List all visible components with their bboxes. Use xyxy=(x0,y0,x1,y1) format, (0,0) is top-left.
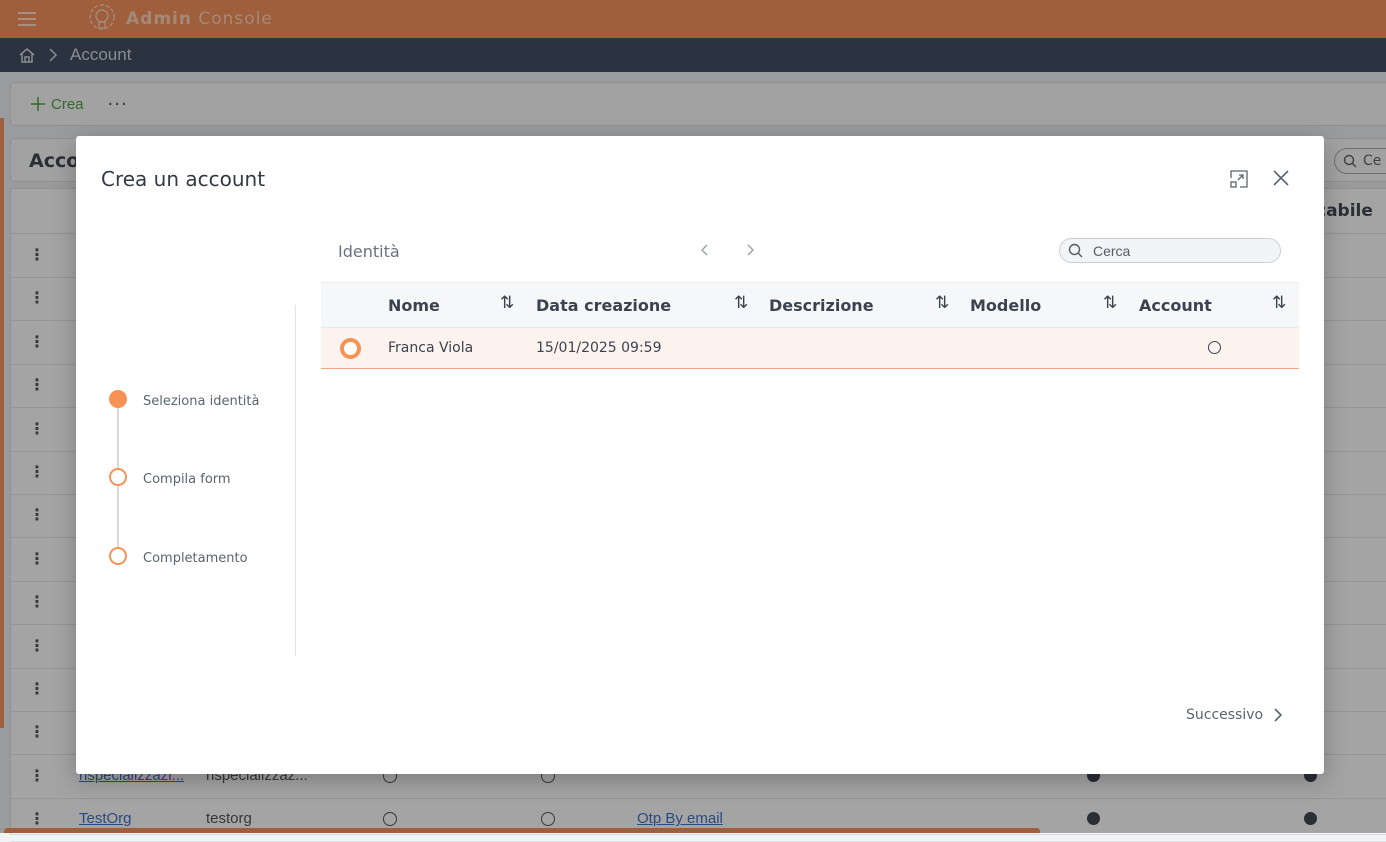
next-button[interactable]: Successivo xyxy=(1186,707,1283,723)
create-account-dialog: Crea un account Seleziona identità Compi… xyxy=(76,136,1324,774)
step-dot xyxy=(109,468,127,486)
column-header-data-creazione[interactable]: Data creazione xyxy=(536,296,671,315)
column-header-nome[interactable]: Nome xyxy=(388,296,440,315)
panel-title: Identità xyxy=(338,242,400,261)
row-select-radio[interactable] xyxy=(340,338,361,359)
chevron-right-icon[interactable] xyxy=(742,240,758,260)
cell-data-creazione: 15/01/2025 09:59 xyxy=(536,340,662,356)
chevron-left-icon[interactable] xyxy=(697,240,713,260)
table-header: Nome ⇅ Data creazione ⇅ Descrizione ⇅ Mo… xyxy=(321,282,1299,328)
step-dot xyxy=(109,547,127,565)
maximize-icon[interactable] xyxy=(1230,170,1248,188)
identity-table: Nome ⇅ Data creazione ⇅ Descrizione ⇅ Mo… xyxy=(321,282,1299,369)
table-row[interactable]: Franca Viola 15/01/2025 09:59 xyxy=(321,328,1299,369)
close-icon[interactable] xyxy=(1272,169,1290,187)
column-header-account[interactable]: Account xyxy=(1139,296,1212,315)
account-status-icon xyxy=(1208,341,1221,354)
stepper: Seleziona identità Compila form Completa… xyxy=(106,390,276,580)
vertical-divider xyxy=(295,305,296,656)
sort-icon[interactable]: ⇅ xyxy=(734,293,748,313)
identity-search[interactable] xyxy=(1059,238,1281,263)
sort-icon[interactable]: ⇅ xyxy=(935,293,949,313)
dialog-title: Crea un account xyxy=(101,167,266,191)
sort-icon[interactable]: ⇅ xyxy=(500,293,514,313)
search-input[interactable] xyxy=(1091,241,1265,260)
step-dot-active xyxy=(109,390,127,408)
step-completion[interactable]: Completamento xyxy=(106,547,286,569)
sort-icon[interactable]: ⇅ xyxy=(1103,293,1117,313)
search-icon xyxy=(1068,243,1083,258)
step-fill-form[interactable]: Compila form xyxy=(106,468,286,490)
chevron-right-icon xyxy=(1274,708,1283,722)
column-header-modello[interactable]: Modello xyxy=(970,296,1041,315)
step-select-identity[interactable]: Seleziona identità xyxy=(106,390,286,412)
cell-nome: Franca Viola xyxy=(388,340,474,356)
column-header-descrizione[interactable]: Descrizione xyxy=(769,296,874,315)
sort-icon[interactable]: ⇅ xyxy=(1272,293,1286,313)
